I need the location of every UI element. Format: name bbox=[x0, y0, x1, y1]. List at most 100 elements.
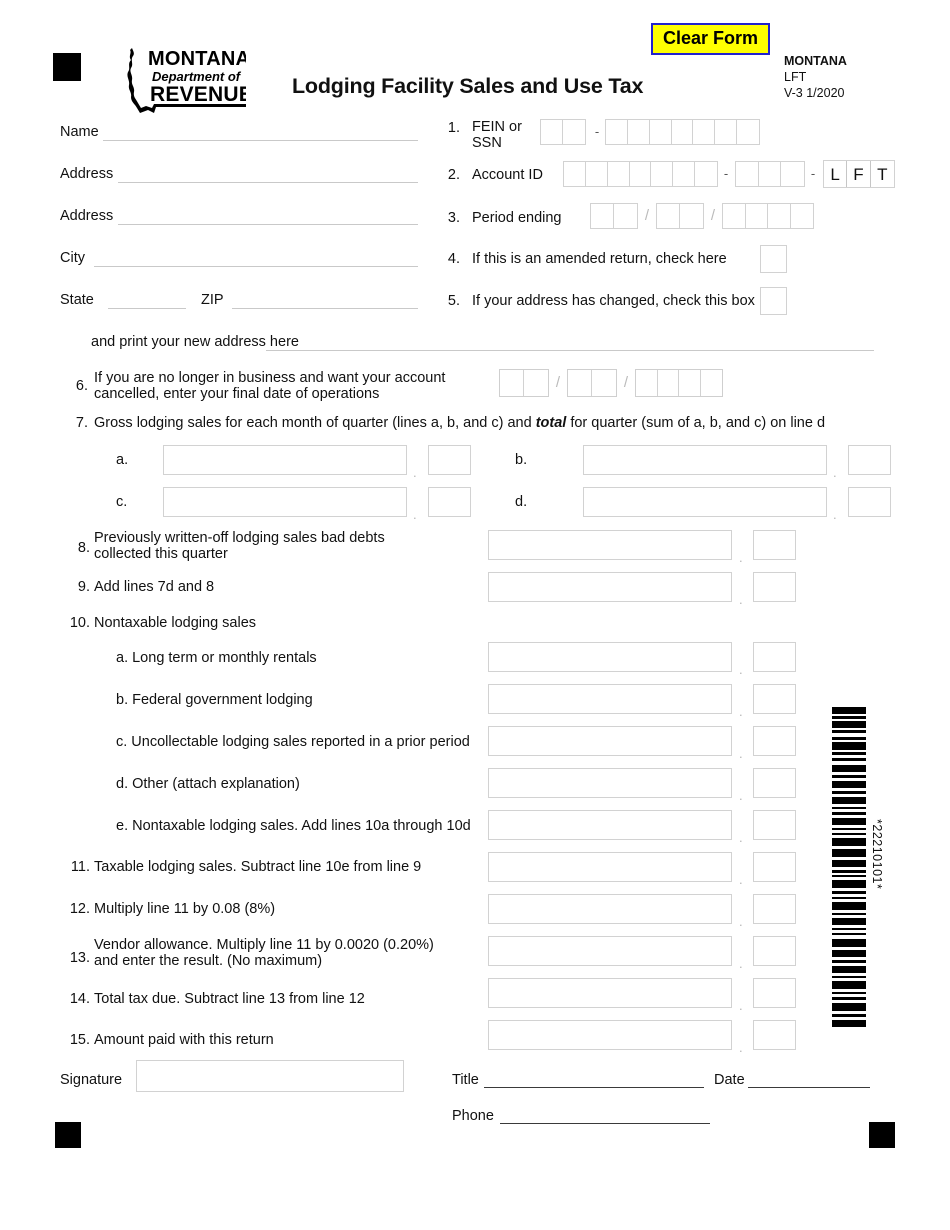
line10c-cents-input[interactable] bbox=[753, 726, 796, 756]
lft-char-f: F bbox=[847, 161, 871, 187]
clear-form-button[interactable]: Clear Form bbox=[651, 23, 771, 55]
line7c-cents-input[interactable] bbox=[428, 487, 471, 517]
line10a-text: a. Long term or monthly rentals bbox=[116, 650, 317, 666]
line10a-cents-input[interactable] bbox=[753, 642, 796, 672]
form-revision: V-3 1/2020 bbox=[784, 86, 845, 100]
address2-input[interactable] bbox=[118, 224, 418, 225]
line7a-cents-input[interactable] bbox=[428, 445, 471, 475]
line7d-cents-input[interactable] bbox=[848, 487, 891, 517]
address-changed-checkbox[interactable] bbox=[760, 287, 787, 315]
date-input[interactable] bbox=[748, 1087, 870, 1088]
account-id-group2-input[interactable] bbox=[735, 161, 805, 187]
line11-dollars-input[interactable] bbox=[488, 852, 732, 882]
line7b-cents-input[interactable] bbox=[848, 445, 891, 475]
line5-label: If your address has changed, check this … bbox=[472, 293, 755, 309]
line1-label-top: FEIN or bbox=[472, 119, 522, 135]
line7d-key: d. bbox=[515, 494, 528, 510]
title-input[interactable] bbox=[484, 1087, 704, 1088]
line10a-dollars-input[interactable] bbox=[488, 642, 732, 672]
line10d-dollars-input[interactable] bbox=[488, 768, 732, 798]
line11-number: 11. bbox=[70, 859, 90, 875]
barcode-label: *22210101* bbox=[870, 819, 884, 890]
page-title: Lodging Facility Sales and Use Tax bbox=[292, 74, 644, 98]
line7b-decimal: . bbox=[833, 465, 837, 480]
account-id-group1-input[interactable] bbox=[563, 161, 718, 187]
zip-input[interactable] bbox=[232, 308, 418, 309]
line3-label: Period ending bbox=[472, 210, 562, 226]
line5-number: 5. bbox=[447, 293, 460, 309]
line6-text-1: If you are no longer in business and wan… bbox=[94, 370, 446, 386]
new-address-label: and print your new address here bbox=[91, 334, 299, 350]
line10b-dollars-input[interactable] bbox=[488, 684, 732, 714]
name-input[interactable] bbox=[103, 140, 418, 141]
registration-mark-top-left bbox=[53, 53, 81, 81]
line10d-text: d. Other (attach explanation) bbox=[116, 776, 300, 792]
name-label: Name bbox=[60, 124, 99, 140]
registration-mark-bottom-left bbox=[55, 1122, 81, 1148]
new-address-input[interactable] bbox=[266, 350, 874, 351]
signature-input[interactable] bbox=[136, 1060, 404, 1092]
line14-text: Total tax due. Subtract line 13 from lin… bbox=[94, 991, 365, 1007]
line9-cents-input[interactable] bbox=[753, 572, 796, 602]
line12-dollars-input[interactable] bbox=[488, 894, 732, 924]
period-year-input[interactable] bbox=[722, 203, 814, 229]
line13-cents-input[interactable] bbox=[753, 936, 796, 966]
title-label: Title bbox=[452, 1072, 479, 1088]
line7c-dollars-input[interactable] bbox=[163, 487, 407, 517]
address1-input[interactable] bbox=[118, 182, 418, 183]
line6-day-input[interactable] bbox=[567, 369, 617, 397]
line10-number: 10. bbox=[69, 615, 90, 631]
line8-dollars-input[interactable] bbox=[488, 530, 732, 560]
line8-decimal: . bbox=[739, 550, 743, 565]
line4-number: 4. bbox=[447, 251, 460, 267]
line9-dollars-input[interactable] bbox=[488, 572, 732, 602]
line7d-dollars-input[interactable] bbox=[583, 487, 827, 517]
line10e-dollars-input[interactable] bbox=[488, 810, 732, 840]
line10e-text: e. Nontaxable lodging sales. Add lines 1… bbox=[116, 818, 471, 834]
line6-year-input[interactable] bbox=[635, 369, 723, 397]
svg-text:MONTANA: MONTANA bbox=[148, 48, 246, 70]
fein-prefix-input[interactable] bbox=[540, 119, 586, 145]
line15-cents-input[interactable] bbox=[753, 1020, 796, 1050]
lft-char-t: T bbox=[877, 165, 888, 184]
line10e-cents-input[interactable] bbox=[753, 810, 796, 840]
line10d-decimal: . bbox=[739, 788, 743, 803]
state-input[interactable] bbox=[108, 308, 186, 309]
form-barcode: *22210101* bbox=[832, 707, 884, 1029]
line8-text-1: Previously written-off lodging sales bad… bbox=[94, 530, 385, 546]
period-month-input[interactable] bbox=[590, 203, 638, 229]
phone-label: Phone bbox=[452, 1108, 494, 1124]
line10c-dollars-input[interactable] bbox=[488, 726, 732, 756]
line14-dollars-input[interactable] bbox=[488, 978, 732, 1008]
line6-month-input[interactable] bbox=[499, 369, 549, 397]
line10b-cents-input[interactable] bbox=[753, 684, 796, 714]
line13-number: 13. bbox=[69, 950, 90, 966]
line11-cents-input[interactable] bbox=[753, 852, 796, 882]
line12-text: Multiply line 11 by 0.08 (8%) bbox=[94, 901, 276, 917]
line13-dollars-input[interactable] bbox=[488, 936, 732, 966]
city-input[interactable] bbox=[94, 266, 418, 267]
period-day-input[interactable] bbox=[656, 203, 704, 229]
line14-cents-input[interactable] bbox=[753, 978, 796, 1008]
line10a-decimal: . bbox=[739, 662, 743, 677]
line6-text-2: cancelled, enter your final date of oper… bbox=[94, 386, 380, 402]
line7a-dollars-input[interactable] bbox=[163, 445, 407, 475]
line14-number: 14. bbox=[69, 991, 90, 1007]
line7-text: Gross lodging sales for each month of qu… bbox=[94, 415, 825, 432]
fein-suffix-input[interactable] bbox=[605, 119, 760, 145]
address2-label: Address bbox=[60, 208, 114, 224]
line7d-decimal: . bbox=[833, 507, 837, 522]
line10d-cents-input[interactable] bbox=[753, 768, 796, 798]
line7b-dollars-input[interactable] bbox=[583, 445, 827, 475]
line15-dollars-input[interactable] bbox=[488, 1020, 732, 1050]
phone-input[interactable] bbox=[500, 1123, 710, 1124]
line12-cents-input[interactable] bbox=[753, 894, 796, 924]
line3-number: 3. bbox=[447, 210, 460, 226]
line2-label: Account ID bbox=[472, 167, 543, 183]
line8-cents-input[interactable] bbox=[753, 530, 796, 560]
svg-text:Department of: Department of bbox=[152, 69, 242, 84]
line9-decimal: . bbox=[739, 592, 743, 607]
line2-number: 2. bbox=[447, 167, 460, 183]
line10b-text: b. Federal government lodging bbox=[116, 692, 313, 708]
amended-return-checkbox[interactable] bbox=[760, 245, 787, 273]
